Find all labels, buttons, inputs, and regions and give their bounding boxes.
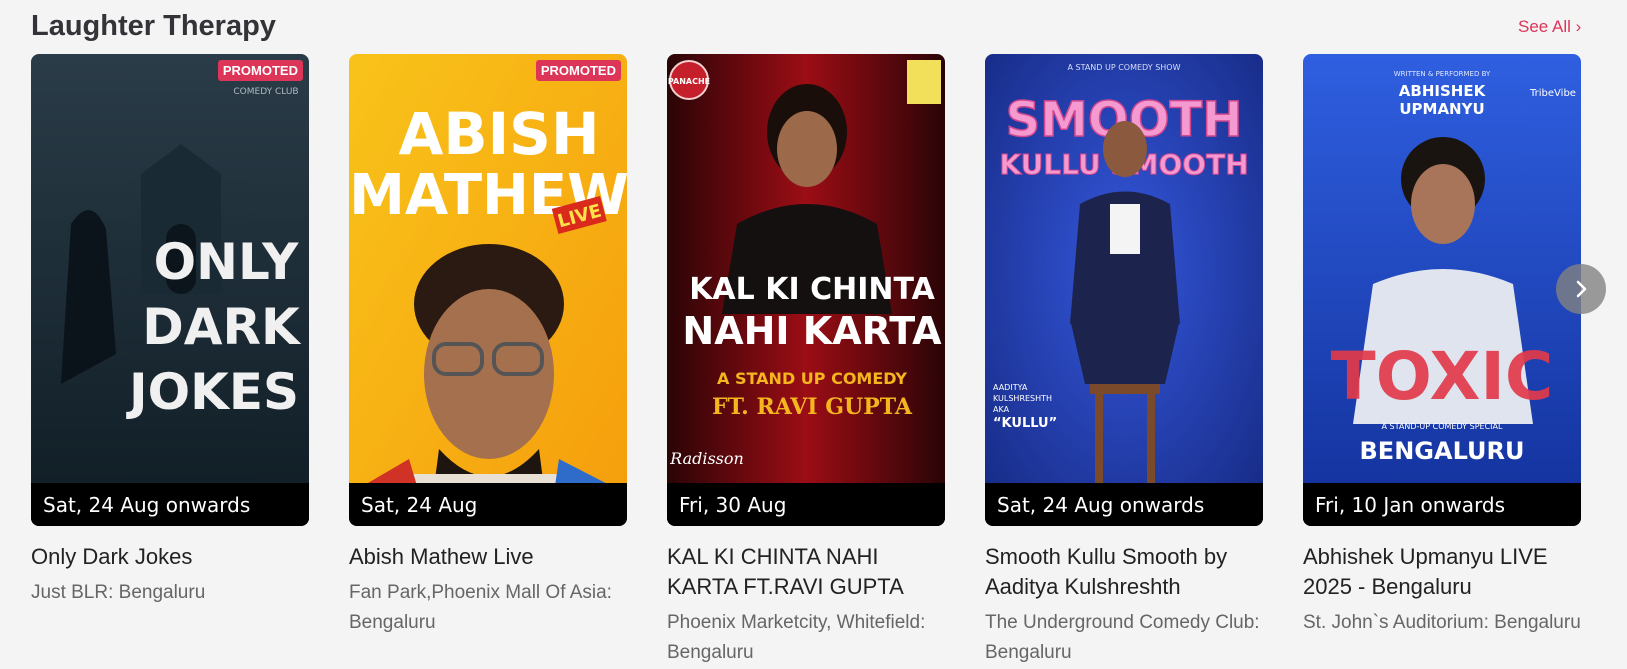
event-poster[interactable]: A STAND UP COMEDY SHOW SMOOTH KULLU SMOO… [985,54,1263,526]
poster-artwork: ONLY DARK JOKES COMEDY CLUB [31,54,309,526]
poster-line: ABISH [399,100,600,168]
laughter-therapy-section: Laughter Therapy See All › ONLY DARK JOK… [0,0,1627,669]
poster-sub: A STAND-UP COMEDY SPECIAL [1382,422,1503,431]
event-poster[interactable]: WRITTEN & PERFORMED BY ABHISHEK UPMANYU … [1303,54,1581,526]
event-poster[interactable]: ABISH MATHEW LIVE PROMOTED Sat, 24 Aug [349,54,627,526]
event-venue: Fan Park,Phoenix Mall Of Asia: Bengaluru [349,582,612,633]
poster-caption: KULSHRESHTH [993,394,1052,403]
chevron-right-icon [1576,280,1587,298]
poster-artwork: PANACHE KAL KI CHINTA NAHI KARTA A STAND… [667,54,945,526]
poster-top-text: WRITTEN & PERFORMED BY [1394,70,1491,78]
poster-logo: PANACHE [668,77,710,86]
event-title[interactable]: Smooth Kullu Smooth by Aaditya Kulshresh… [985,542,1263,602]
promoted-badge: PROMOTED [535,60,621,81]
promoted-badge: PROMOTED [217,60,303,81]
poster-sub2: FT. RAVI GUPTA [712,394,913,420]
event-venue: St. John`s Auditorium: Bengaluru [1303,612,1581,633]
poster-caption: AKA [993,405,1010,414]
poster-city: BENGALURU [1360,437,1525,465]
poster-nickname: “KULLU” [993,416,1057,431]
carousel-next-button[interactable] [1556,264,1606,314]
poster-line: KAL KI CHINTA [689,272,935,307]
see-all-link[interactable]: See All › [1518,17,1581,37]
event-title[interactable]: KAL KI CHINTA NAHI KARTA FT.RAVI GUPTA [667,542,945,602]
event-card-abhishek-upmanyu[interactable]: WRITTEN & PERFORMED BY ABHISHEK UPMANYU … [1303,54,1581,638]
poster-artwork: A STAND UP COMEDY SHOW SMOOTH KULLU SMOO… [985,54,1263,526]
event-card-smooth-kullu-smooth[interactable]: A STAND UP COMEDY SHOW SMOOTH KULLU SMOO… [985,54,1263,668]
poster-line: UPMANYU [1399,100,1484,118]
event-date: Fri, 30 Aug [667,483,945,526]
event-card-kal-ki-chinta[interactable]: PANACHE KAL KI CHINTA NAHI KARTA A STAND… [667,54,945,668]
poster-line: JOKES [126,363,299,421]
event-poster[interactable]: ONLY DARK JOKES COMEDY CLUB PROMOTED Sat… [31,54,309,526]
event-date: Fri, 10 Jan onwards [1303,483,1581,526]
event-date: Sat, 24 Aug onwards [985,483,1263,526]
event-card-abish-mathew[interactable]: ABISH MATHEW LIVE PROMOTED Sat, 24 Aug A… [349,54,627,638]
poster-artwork: WRITTEN & PERFORMED BY ABHISHEK UPMANYU … [1303,54,1581,526]
poster-top-text: COMEDY CLUB [233,87,298,97]
poster-line: DARK [142,298,302,356]
poster-line: NAHI KARTA [682,309,942,353]
poster-line: ONLY [154,233,299,291]
poster-top-text: A STAND UP COMEDY SHOW [1067,63,1180,72]
event-poster[interactable]: PANACHE KAL KI CHINTA NAHI KARTA A STAND… [667,54,945,526]
poster-footer: Radisson [669,449,744,468]
event-card-only-dark-jokes[interactable]: ONLY DARK JOKES COMEDY CLUB PROMOTED Sat… [31,54,309,608]
event-venue: Phoenix Marketcity, Whitefield: Bengalur… [667,612,926,663]
event-title[interactable]: Only Dark Jokes [31,542,309,572]
event-date: Sat, 24 Aug [349,483,627,526]
event-venue: Just BLR: Bengaluru [31,582,206,603]
poster-sub: A STAND UP COMEDY [717,369,907,388]
event-title[interactable]: Abish Mathew Live [349,542,627,572]
event-venue: The Underground Comedy Club: Bengaluru [985,612,1260,663]
poster-big: TOXIC [1331,338,1554,415]
event-date: Sat, 24 Aug onwards [31,483,309,526]
poster-artwork: ABISH MATHEW LIVE [349,54,627,526]
poster-logo: TribeVibe [1529,88,1576,99]
poster-caption: AADITYA [993,383,1028,392]
event-title[interactable]: Abhishek Upmanyu LIVE 2025 - Bengaluru [1303,542,1581,602]
poster-line: ABHISHEK [1399,82,1487,100]
section-title: Laughter Therapy [31,10,276,42]
